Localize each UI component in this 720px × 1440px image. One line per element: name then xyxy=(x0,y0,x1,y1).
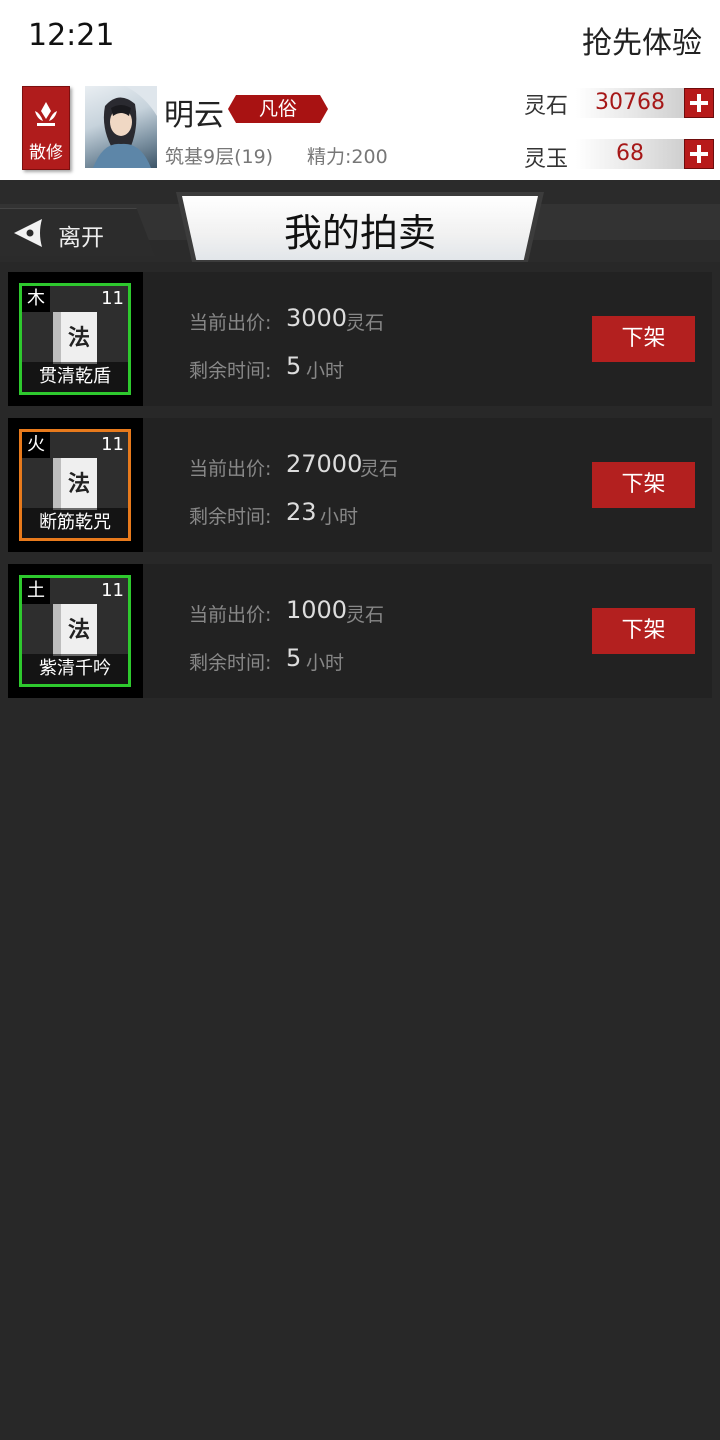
bid-value: 3000 xyxy=(286,304,348,332)
add-spirit-jade-button[interactable] xyxy=(684,139,714,169)
item-slot[interactable]: 火 11 法 断筋乾咒 xyxy=(8,418,143,552)
item-name: 断筋乾咒 xyxy=(22,508,128,538)
bid-label: 当前出价: xyxy=(189,458,272,480)
player-name: 明云 xyxy=(164,98,224,133)
bid-unit: 灵石 xyxy=(346,604,385,626)
bid-unit: 灵石 xyxy=(360,458,399,480)
back-arrow-icon xyxy=(14,219,42,247)
time-label: 剩余时间: xyxy=(189,652,272,674)
spirit-stone-label: 灵石 xyxy=(524,94,569,119)
scroll-char: 法 xyxy=(67,471,90,497)
scroll-char: 法 xyxy=(67,617,90,643)
scroll-icon: 法 xyxy=(53,458,97,510)
auction-row: 土 11 法 紫清千吟 当前出价: 1000 灵石 剩余时间: 5 小时 下架 xyxy=(8,564,712,698)
item-level: 11 xyxy=(101,434,124,455)
sect-badge[interactable]: 散修 xyxy=(22,86,70,170)
item-level: 11 xyxy=(101,288,124,309)
spirit-jade-label: 灵玉 xyxy=(524,147,569,172)
auction-row: 火 11 法 断筋乾咒 当前出价: 27000 灵石 剩余时间: 23 小时 下… xyxy=(8,418,712,552)
status-bar: 12:21 抢先体验 xyxy=(0,0,720,78)
item-level: 11 xyxy=(101,580,124,601)
item-card: 木 11 法 贯清乾盾 xyxy=(19,283,131,395)
time-label: 剩余时间: xyxy=(189,360,272,382)
lotus-icon xyxy=(35,102,57,126)
early-access-link[interactable]: 抢先体验 xyxy=(582,18,702,62)
delist-button[interactable]: 下架 xyxy=(592,462,695,508)
time-value: 5 xyxy=(286,644,302,672)
time-value: 5 xyxy=(286,352,302,380)
item-name: 贯清乾盾 xyxy=(22,362,128,392)
item-name: 紫清千吟 xyxy=(22,654,128,684)
rank-tag: 凡俗 xyxy=(228,95,328,123)
scroll-icon: 法 xyxy=(53,604,97,656)
item-card: 土 11 法 紫清千吟 xyxy=(19,575,131,687)
bid-label: 当前出价: xyxy=(189,312,272,334)
time-unit: 小时 xyxy=(320,506,359,528)
add-spirit-stone-button[interactable] xyxy=(684,88,714,118)
bid-unit: 灵石 xyxy=(346,312,385,334)
delist-button[interactable]: 下架 xyxy=(592,316,695,362)
item-card: 火 11 法 断筋乾咒 xyxy=(19,429,131,541)
spirit-stone-value: 30768 xyxy=(576,88,684,118)
sect-label: 散修 xyxy=(29,143,63,163)
energy-value: 精力:200 xyxy=(307,146,388,168)
leave-button[interactable]: 离开 xyxy=(0,208,155,256)
avatar[interactable] xyxy=(85,86,157,168)
time-unit: 小时 xyxy=(306,652,345,674)
player-header: 散修 明云 凡俗 筑基9层(19) 精力:200 灵石 30768 灵玉 68 xyxy=(0,78,720,180)
page-title: 我的拍卖 xyxy=(283,211,436,255)
auction-row: 木 11 法 贯清乾盾 当前出价: 3000 灵石 剩余时间: 5 小时 下架 xyxy=(8,272,712,406)
bid-value: 27000 xyxy=(286,450,363,478)
title-bar: 离开 我的拍卖 xyxy=(0,180,720,262)
scroll-char: 法 xyxy=(67,325,90,351)
bid-label: 当前出价: xyxy=(189,604,272,626)
time-value: 23 xyxy=(286,498,317,526)
time-label: 剩余时间: xyxy=(189,506,272,528)
item-slot[interactable]: 木 11 法 贯清乾盾 xyxy=(8,272,143,406)
scroll-icon: 法 xyxy=(53,312,97,364)
item-slot[interactable]: 土 11 法 紫清千吟 xyxy=(8,564,143,698)
delist-button[interactable]: 下架 xyxy=(592,608,695,654)
element-badge: 木 xyxy=(22,286,50,312)
leave-label: 离开 xyxy=(58,225,104,251)
character-portrait xyxy=(93,86,157,168)
element-badge: 火 xyxy=(22,432,50,458)
time-unit: 小时 xyxy=(306,360,345,382)
element-badge: 土 xyxy=(22,578,50,604)
spirit-jade-value: 68 xyxy=(576,139,684,169)
cultivation-realm: 筑基9层(19) xyxy=(165,146,274,168)
bid-value: 1000 xyxy=(286,596,348,624)
clock: 12:21 xyxy=(28,18,115,53)
